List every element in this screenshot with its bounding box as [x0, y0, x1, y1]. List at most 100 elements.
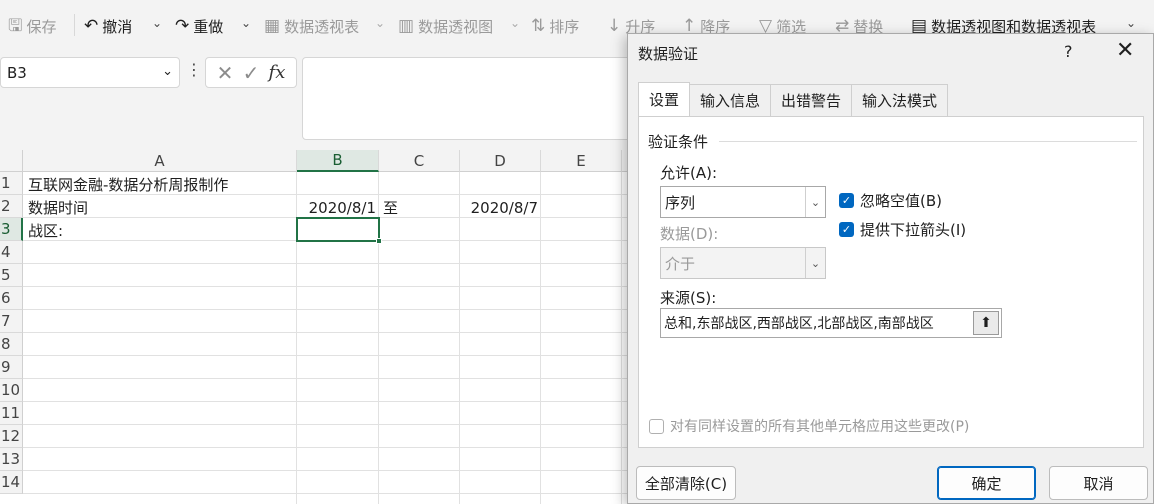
- sort-button[interactable]: ⇅ 排序: [531, 13, 579, 39]
- redo-button[interactable]: ↷ 重做: [175, 13, 223, 39]
- tab-input-message[interactable]: 输入信息: [689, 84, 772, 116]
- undo-button[interactable]: ↶ 撤消: [84, 13, 132, 39]
- fill-handle[interactable]: [376, 238, 382, 244]
- column-header-b[interactable]: B: [297, 150, 379, 172]
- allow-select[interactable]: 序列 ⌄: [660, 186, 826, 218]
- tab-settings[interactable]: 设置: [638, 82, 691, 116]
- row-header-7[interactable]: 7: [0, 310, 23, 333]
- row-header-14[interactable]: 14: [0, 471, 23, 494]
- row-gridline: [23, 493, 640, 494]
- row-header-8[interactable]: 8: [0, 333, 23, 356]
- row-gridline: [23, 263, 640, 264]
- cell-a2[interactable]: 数据时间: [24, 196, 88, 219]
- apply-to-all-checkbox[interactable]: 对有同样设置的所有其他单元格应用这些更改(P): [649, 416, 969, 436]
- active-cell-b3[interactable]: [296, 217, 380, 242]
- sort-az-icon: ⇅: [531, 15, 546, 36]
- in-cell-dropdown-checkbox[interactable]: ✓ 提供下拉箭头(I): [839, 219, 966, 240]
- data-validation-dialog: 数据验证 ? ✕ 设置 输入信息 出错警告 输入法模式 验证条件 允许(A): …: [627, 33, 1154, 504]
- undo-dropdown-chevron-icon[interactable]: ⌄: [152, 16, 162, 30]
- collapse-dialog-arrow-up-icon[interactable]: ⬆: [973, 311, 999, 335]
- checkbox-checked-icon: ✓: [839, 193, 854, 208]
- row-header-5[interactable]: 5: [0, 264, 23, 287]
- checkbox-unchecked-icon: [649, 418, 664, 434]
- settings-panel: 验证条件 允许(A): 序列 ⌄ ✓ 忽略空值(B) ✓ 提供下拉箭头(I) 数…: [638, 116, 1144, 448]
- row-gridline: [23, 470, 640, 471]
- row-header-1[interactable]: 1: [0, 172, 23, 195]
- source-input[interactable]: 总和,东部战区,西部战区,北部战区,南部战区 ⬆: [660, 308, 1002, 338]
- column-header-d[interactable]: D: [460, 150, 541, 172]
- row-gridline: [23, 378, 640, 379]
- sort-descending-icon: ↑: [682, 15, 697, 36]
- row-gridline: [23, 309, 640, 310]
- redo-dropdown-chevron-icon[interactable]: ⌄: [241, 16, 251, 30]
- row-header-2[interactable]: 2: [0, 195, 23, 218]
- row-header-10[interactable]: 10: [0, 379, 23, 402]
- toolbar-separator: [74, 14, 75, 36]
- tab-ime-mode[interactable]: 输入法模式: [851, 84, 949, 116]
- row-header-6[interactable]: 6: [0, 287, 23, 310]
- cancel-entry-icon[interactable]: ✕: [217, 61, 234, 85]
- row-header-11[interactable]: 11: [0, 402, 23, 425]
- replace-icon: ⇄: [835, 15, 850, 36]
- dialog-tabs: 设置 输入信息 出错警告 输入法模式: [638, 82, 949, 116]
- group-divider: [719, 141, 1137, 142]
- column-header-a[interactable]: A: [23, 150, 297, 172]
- source-label: 来源(S):: [660, 289, 717, 307]
- close-icon[interactable]: ✕: [1116, 38, 1134, 64]
- more-options-icon[interactable]: ⋮: [186, 60, 202, 79]
- row-header-3[interactable]: 3: [0, 218, 23, 241]
- cell-a3[interactable]: 战区:: [24, 219, 63, 242]
- formula-controls: ✕ ✓ fx: [205, 57, 297, 88]
- pivot-table-icon: ▦: [264, 15, 281, 36]
- row-header-9[interactable]: 9: [0, 356, 23, 379]
- confirm-entry-icon[interactable]: ✓: [243, 61, 260, 85]
- row-header-13[interactable]: 13: [0, 448, 23, 471]
- data-select[interactable]: 介于 ⌄: [660, 247, 826, 279]
- cell-b2[interactable]: 2020/8/1: [297, 196, 379, 219]
- save-button[interactable]: 🖫 保存: [8, 13, 57, 39]
- pivot-chart-dropdown-chevron-icon[interactable]: ⌄: [510, 16, 520, 30]
- cell-c2[interactable]: 至: [379, 196, 398, 219]
- allow-label: 允许(A):: [660, 164, 718, 182]
- row-header-12[interactable]: 12: [0, 425, 23, 448]
- cell-d2[interactable]: 2020/8/7: [460, 196, 541, 219]
- row-gridline: [23, 286, 640, 287]
- filter-icon: ▽: [759, 15, 773, 36]
- chevron-down-icon[interactable]: ⌄: [805, 187, 825, 217]
- name-box-chevron-down-icon[interactable]: ⌄: [162, 64, 173, 79]
- select-all-corner[interactable]: [0, 150, 23, 172]
- ignore-blank-checkbox[interactable]: ✓ 忽略空值(B): [839, 190, 942, 211]
- name-box[interactable]: B3 ⌄: [0, 57, 180, 88]
- data-label: 数据(D):: [660, 225, 719, 243]
- dialog-title: 数据验证: [638, 45, 699, 63]
- insert-function-icon[interactable]: fx: [269, 62, 286, 83]
- row-gridline: [23, 447, 640, 448]
- row-gridline: [23, 424, 640, 425]
- save-icon: 🖫: [8, 15, 23, 36]
- pivot-table-button[interactable]: ▦ 数据透视表: [264, 13, 359, 39]
- column-header-e[interactable]: E: [541, 150, 622, 172]
- undo-icon: ↶: [84, 15, 99, 36]
- ok-button[interactable]: 确定: [937, 466, 1036, 500]
- chevron-down-icon[interactable]: ⌄: [805, 248, 825, 278]
- column-header-c[interactable]: C: [379, 150, 460, 172]
- row-gridline: [23, 355, 640, 356]
- clear-all-button[interactable]: 全部清除(C): [636, 466, 736, 500]
- formula-input[interactable]: [302, 57, 662, 140]
- cancel-button[interactable]: 取消: [1049, 466, 1148, 500]
- toolbar-overflow-chevron-icon[interactable]: ⌄: [1126, 16, 1136, 30]
- redo-icon: ↷: [175, 15, 190, 36]
- pivot-chart-icon: ▥: [398, 15, 415, 36]
- help-button[interactable]: ?: [1064, 42, 1073, 61]
- row-gridline: [23, 401, 640, 402]
- pivot-chart-button[interactable]: ▥ 数据透视图: [398, 13, 493, 39]
- row-header-4[interactable]: 4: [0, 241, 23, 264]
- row-gridline: [23, 332, 640, 333]
- pivot-chart-table-icon: ▤: [911, 15, 928, 36]
- sort-ascending-icon: ↓: [607, 15, 622, 36]
- cell-a1[interactable]: 互联网金融-数据分析周报制作: [24, 173, 228, 196]
- validation-criteria-label: 验证条件: [648, 133, 709, 151]
- tab-error-alert[interactable]: 出错警告: [770, 84, 853, 116]
- pivot-table-dropdown-chevron-icon[interactable]: ⌄: [375, 16, 385, 30]
- worksheet-grid[interactable]: A B C D E 1 2 3 4 5 6 7 8 9 10 11 12 13 14 互联网金融-数据分析…: [0, 150, 640, 504]
